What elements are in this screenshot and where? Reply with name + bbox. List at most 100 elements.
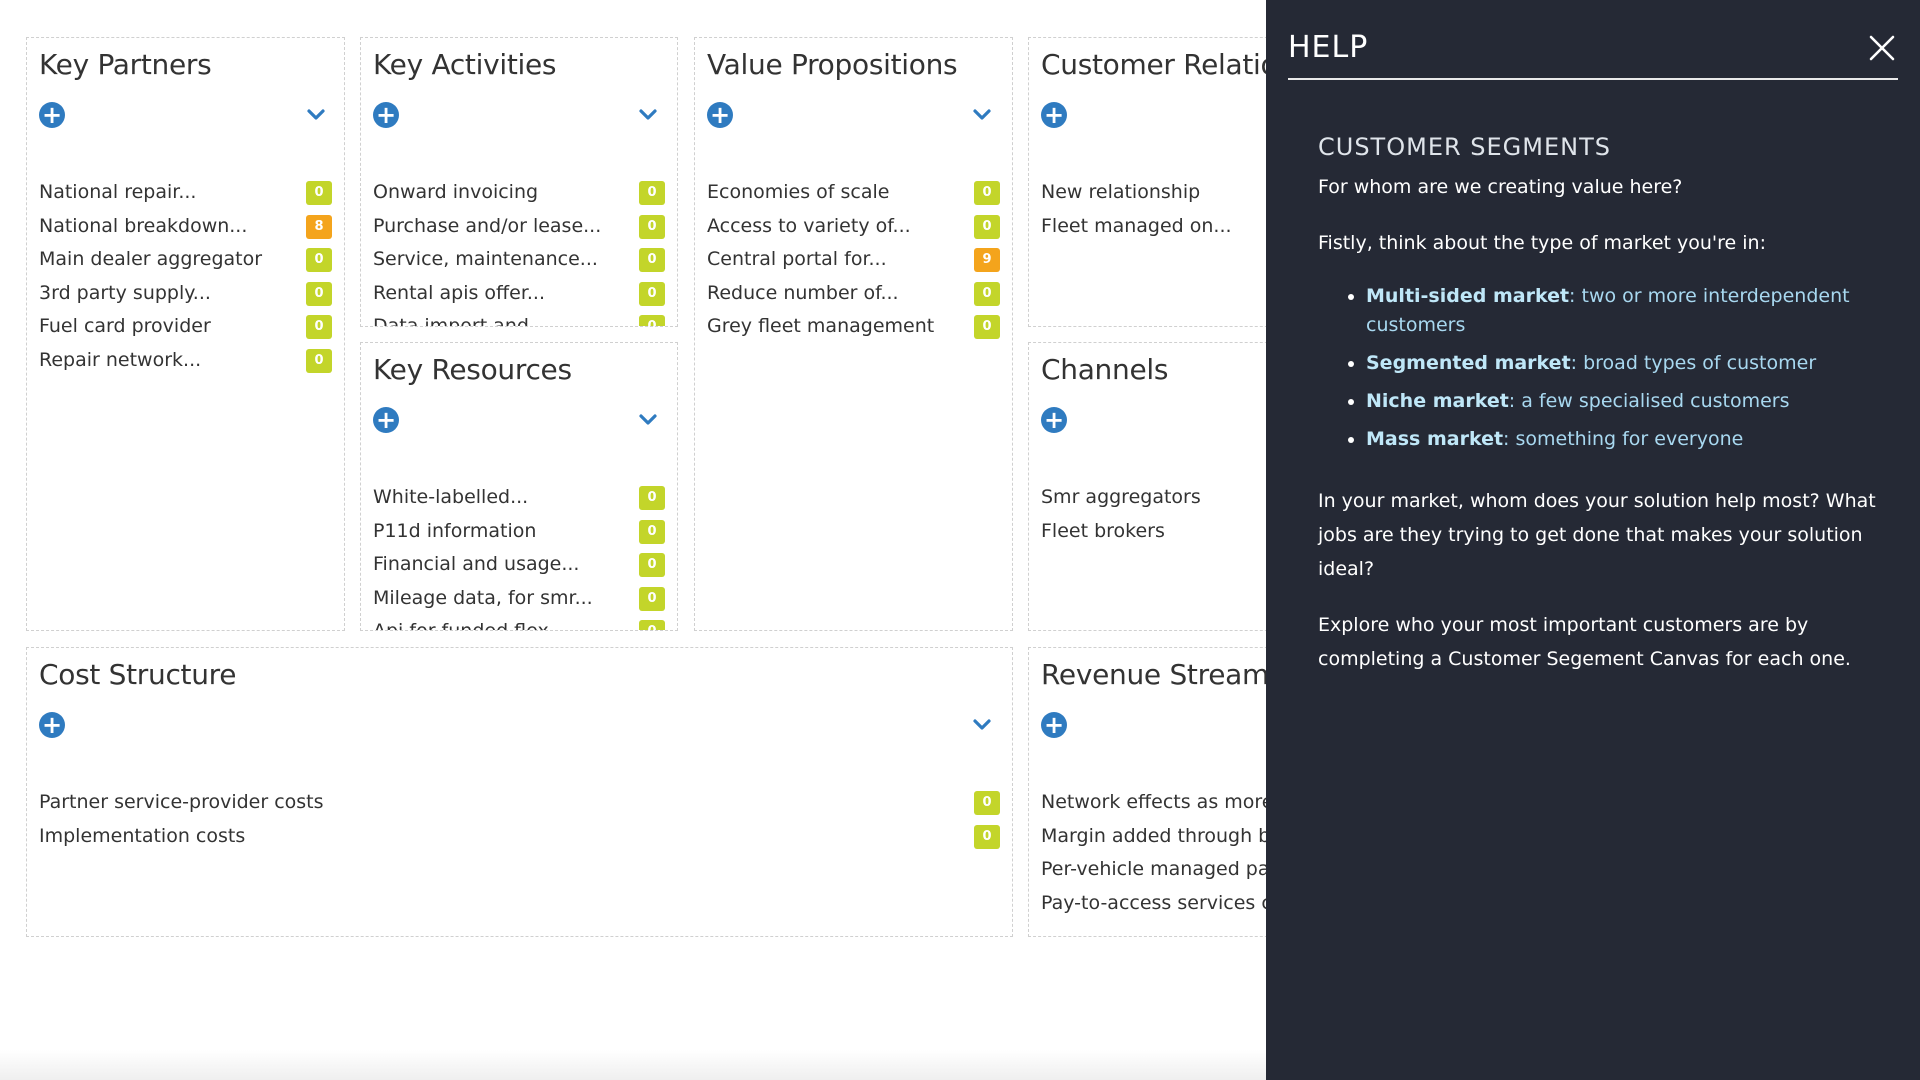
help-intro: Fistly, think about the type of market y… [1318,232,1766,254]
list-item[interactable]: Api for funded flex 0 [373,618,665,631]
help-heading: CUSTOMER SEGMENTS [1318,133,1611,161]
chevron-down-icon[interactable] [303,102,329,128]
comment-count-badge: 0 [974,281,1000,306]
list-item[interactable]: Pay-to-access services c [1041,890,1266,924]
list-item[interactable]: Mileage data, for smr... 0 [373,585,665,619]
item-text: Fleet managed on... [1041,214,1232,237]
card-key-resources: Key Resources + White-labelled... 0 P11d i… [360,342,678,631]
plus-icon: + [375,101,397,129]
add-item-button[interactable]: + [373,102,399,128]
add-item-button[interactable]: + [1041,712,1067,738]
comment-count-badge: 0 [639,553,665,577]
comment-count-badge: 0 [639,620,665,630]
item-text: Per-vehicle managed pa [1041,858,1266,880]
item-text: Main dealer aggregator [39,248,263,270]
chevron-down-icon[interactable] [635,407,661,433]
item-text: National breakdown... [39,214,248,237]
item-text: Fleet brokers [1041,519,1165,542]
item-text: New relationship [1041,181,1201,203]
plus-icon: + [375,406,397,434]
list-item[interactable]: Fuel card provider 0 [39,313,332,347]
item-list: Network effects as more Margin added thro… [1041,789,1266,923]
list-item[interactable]: Access to variety of... 0 [707,213,1000,247]
list-item[interactable]: Fleet managed on... [1041,213,1266,247]
list-item[interactable]: Per-vehicle managed pa [1041,856,1266,890]
item-list: Onward invoicing 0 Purchase and/or lease..… [373,179,665,326]
list-item[interactable]: National breakdown... 8 [39,213,332,247]
help-question: For whom are we creating value here? [1318,176,1683,198]
add-item-button[interactable]: + [1041,407,1067,433]
item-text: National repair... [39,181,197,203]
comment-count-badge: 0 [974,315,1000,339]
list-item[interactable]: Financial and usage... 0 [373,551,665,585]
card-key-partners: Key Partners + National repair... 0 Nation… [26,37,345,631]
list-item[interactable]: National repair... 0 [39,179,332,213]
list-item[interactable]: Purchase and/or lease... 0 [373,213,665,247]
list-item[interactable]: Implementation costs 0 [39,823,1000,857]
list-item[interactable]: Smr aggregators [1041,484,1266,518]
comment-count-badge: 0 [974,181,1000,205]
item-text: Central portal for... [707,248,887,270]
plus-icon: + [41,711,63,739]
list-item[interactable]: Rental apis offer... 0 [373,280,665,314]
chevron-down-icon[interactable] [635,102,661,128]
market-type-name: Niche market [1366,390,1509,412]
item-text: Access to variety of... [707,214,911,237]
card-title: Revenue Streams [1041,658,1266,691]
item-list: Economies of scale 0 Access to variety of.… [707,179,1000,347]
close-icon[interactable] [1866,32,1898,64]
item-text: Financial and usage... [373,553,580,575]
help-divider [1288,78,1898,80]
list-item[interactable]: White-labelled... 0 [373,484,665,518]
help-paragraph: Explore who your most important customer… [1318,614,1851,670]
add-item-button[interactable]: + [39,712,65,738]
comment-count-badge: 0 [306,181,332,205]
comment-count-badge: 0 [974,824,1000,849]
item-text: Rental apis offer... [373,281,546,304]
market-type-item: Multi-sided market: two or more interdep… [1366,282,1878,340]
comment-count-badge: 0 [639,181,665,205]
list-item[interactable]: Network effects as more [1041,789,1266,823]
list-item[interactable]: P11d information 0 [373,518,665,552]
market-type-desc: : something for everyone [1503,428,1744,450]
list-item[interactable]: Service, maintenance... 0 [373,246,665,280]
item-text: Grey fleet management [707,315,935,337]
plus-icon: + [1043,101,1065,129]
item-text: White-labelled... [373,486,529,508]
list-item[interactable]: Fleet brokers [1041,518,1266,552]
add-item-button[interactable]: + [1041,102,1067,128]
item-text: 3rd party supply... [39,281,211,304]
chevron-down-icon[interactable] [969,712,995,738]
list-item[interactable]: Data import and... 0 [373,313,665,326]
market-type-item: Segmented market: broad types of custome… [1366,349,1878,378]
list-item[interactable]: Economies of scale 0 [707,179,1000,213]
comment-count-badge: 0 [639,315,665,326]
list-item[interactable]: Main dealer aggregator 0 [39,246,332,280]
add-item-button[interactable]: + [39,102,65,128]
market-type-item: Niche market: a few specialised customer… [1366,387,1878,416]
list-item[interactable]: Grey fleet management 0 [707,313,1000,347]
item-list: White-labelled... 0 P11d information 0 Finan… [373,484,665,631]
chevron-down-icon[interactable] [969,102,995,128]
card-customer-relationships: Customer Relation + New relationship Flee… [1028,37,1266,327]
add-item-button[interactable]: + [707,102,733,128]
list-item[interactable]: 3rd party supply... 0 [39,280,332,314]
card-value-propositions: Value Propositions + Economies of scale 0… [694,37,1013,631]
list-item[interactable]: Central portal for... 9 [707,246,1000,280]
list-item[interactable]: Partner service-provider costs 0 [39,789,1000,823]
add-item-button[interactable]: + [373,407,399,433]
help-title: HELP [1288,30,1369,65]
card-title: Value Propositions [707,48,958,81]
market-type-name: Multi-sided market [1366,285,1570,307]
card-title: Key Activities [373,48,557,81]
list-item[interactable]: Onward invoicing 0 [373,179,665,213]
list-item[interactable]: New relationship [1041,179,1266,213]
market-type-desc: : broad types of customer [1570,352,1817,374]
list-item[interactable]: Reduce number of... 0 [707,280,1000,314]
card-channels: Channels + Smr aggregators Fleet brokers [1028,342,1266,631]
list-item[interactable]: Margin added through br [1041,823,1266,857]
list-item[interactable]: Repair network... 0 [39,347,332,381]
plus-icon: + [1043,711,1065,739]
item-text: Api for funded flex [373,620,549,631]
market-type-desc: : a few specialised customers [1508,390,1790,412]
